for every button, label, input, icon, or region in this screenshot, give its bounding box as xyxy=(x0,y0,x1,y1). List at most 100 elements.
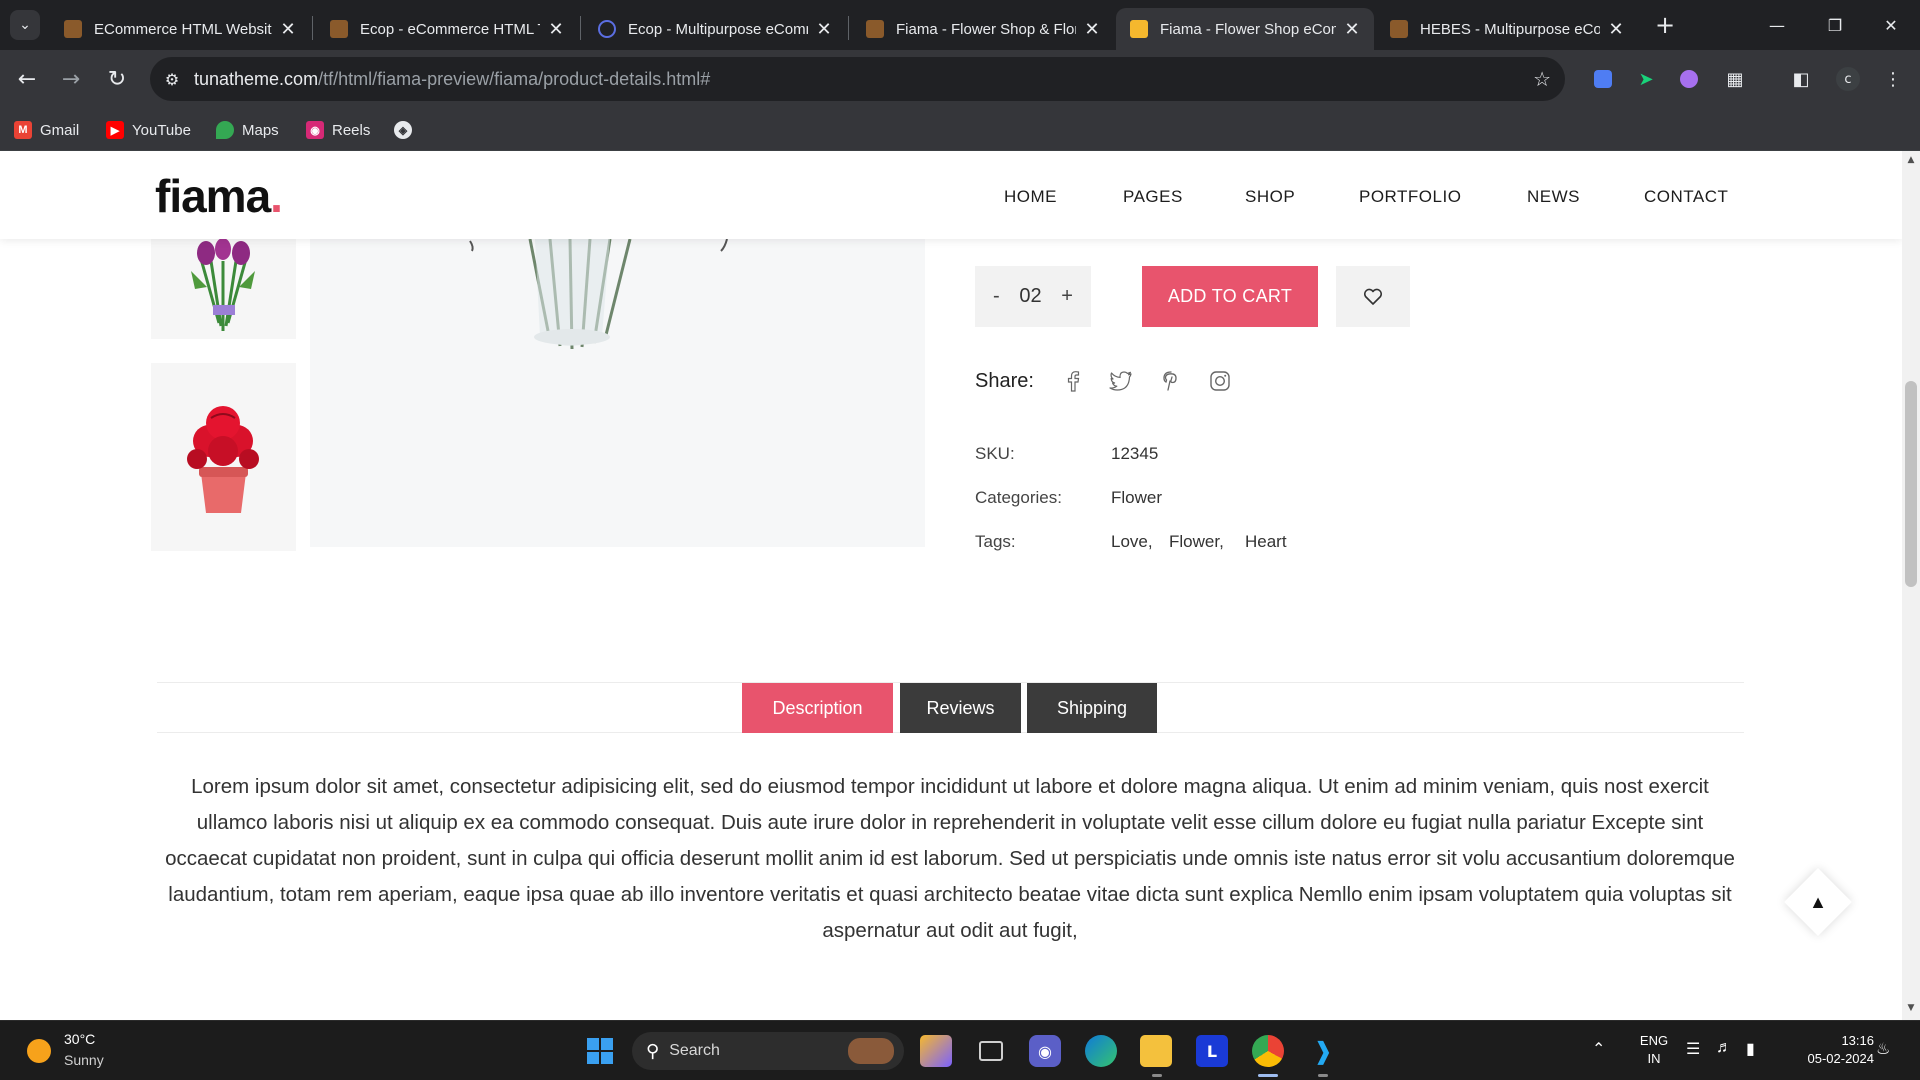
facebook-share-link[interactable] xyxy=(1060,368,1086,394)
scroll-up-arrow-icon[interactable]: ▲ xyxy=(1902,155,1920,165)
category-link[interactable]: Flower xyxy=(1111,488,1162,508)
close-icon[interactable]: ✕ xyxy=(1606,19,1626,40)
red-rose-pot-image xyxy=(187,406,259,513)
bookmark-youtube[interactable]: ▶ YouTube xyxy=(106,118,191,142)
nav-pages[interactable]: PAGES xyxy=(1123,187,1183,207)
windows-logo-icon xyxy=(587,1038,613,1064)
extension-icon[interactable] xyxy=(1676,66,1702,92)
wishlist-button[interactable] xyxy=(1336,266,1410,327)
clock[interactable]: 13:16 05-02-2024 xyxy=(1784,1033,1875,1066)
nav-home[interactable]: HOME xyxy=(1004,187,1057,207)
bookmark-reels[interactable]: ◉ Reels xyxy=(306,118,370,142)
chevron-up-icon[interactable]: ⌃ xyxy=(1592,1039,1605,1059)
browser-tab[interactable]: Ecop - Multipurpose eCommerce ✕ xyxy=(584,8,846,50)
browser-tab[interactable]: HEBES - Multipurpose eCommerce ✕ xyxy=(1376,8,1638,50)
tab-title: Ecop - eCommerce HTML Template xyxy=(360,20,540,38)
forward-button[interactable]: → xyxy=(54,62,88,96)
product-thumbnail[interactable] xyxy=(151,231,296,339)
extension-icon[interactable] xyxy=(1590,66,1616,92)
twitter-share-link[interactable] xyxy=(1108,368,1134,394)
extensions-button[interactable]: ▦ xyxy=(1722,66,1748,92)
close-icon[interactable]: ✕ xyxy=(1082,19,1102,40)
scroll-down-arrow-icon[interactable]: ▼ xyxy=(1902,1003,1920,1013)
vscode-app-icon[interactable]: ❱ xyxy=(1307,1035,1339,1067)
weather-condition[interactable]: Sunny xyxy=(64,1052,104,1068)
address-bar[interactable]: ⚙ tunatheme.com/tf/html/fiama-preview/fi… xyxy=(150,57,1565,101)
tag-link[interactable]: Flower, xyxy=(1169,532,1224,552)
browser-tab[interactable]: Fiama - Flower Shop & Florist ✕ xyxy=(852,8,1114,50)
side-panel-button[interactable]: ◧ xyxy=(1788,66,1814,92)
tab-favicon-icon xyxy=(1390,20,1408,38)
reload-button[interactable]: ↻ xyxy=(100,62,134,96)
restore-button[interactable]: ❐ xyxy=(1806,0,1864,50)
tab-reviews[interactable]: Reviews xyxy=(900,683,1021,733)
scrollbar-thumb[interactable] xyxy=(1905,381,1917,587)
close-window-button[interactable]: ✕ xyxy=(1862,0,1920,50)
instagram-share-link[interactable] xyxy=(1207,368,1233,394)
page-scrollbar[interactable]: ▲ ▼ xyxy=(1902,151,1920,1020)
tab-description[interactable]: Description xyxy=(742,683,893,733)
bookmark-maps[interactable]: Maps xyxy=(216,118,279,142)
quantity-increment-button[interactable]: + xyxy=(1061,285,1073,308)
nav-portfolio[interactable]: PORTFOLIO xyxy=(1359,187,1461,207)
battery-icon[interactable]: ▮ xyxy=(1746,1039,1755,1059)
site-info-icon[interactable]: ⚙ xyxy=(150,70,194,89)
edge-browser-icon[interactable] xyxy=(1085,1035,1117,1067)
quantity-stepper[interactable]: - 02 + xyxy=(975,266,1091,327)
language-indicator[interactable]: ENG IN xyxy=(1634,1033,1674,1066)
tab-title: Fiama - Flower Shop eCommerce xyxy=(1160,20,1336,38)
profile-avatar[interactable]: c xyxy=(1836,67,1860,91)
menu-button[interactable]: ⋮ xyxy=(1880,66,1906,92)
new-tab-button[interactable]: + xyxy=(1650,10,1680,40)
teams-app-icon[interactable]: ◉ xyxy=(1029,1035,1061,1067)
bookmark-star-icon[interactable]: ☆ xyxy=(1533,67,1551,91)
tag-link[interactable]: Heart xyxy=(1245,532,1287,552)
notification-bell-icon[interactable]: ♨ xyxy=(1876,1039,1890,1059)
task-view-icon[interactable] xyxy=(975,1035,1007,1067)
quantity-value[interactable]: 02 xyxy=(1019,285,1041,308)
nav-news[interactable]: NEWS xyxy=(1527,187,1580,207)
tag-link[interactable]: Love, xyxy=(1111,532,1153,552)
chevron-up-icon[interactable]: ▲ xyxy=(1806,887,1830,917)
browser-tab-active[interactable]: Fiama - Flower Shop eCommerce ✕ xyxy=(1116,8,1374,50)
nav-contact[interactable]: CONTACT xyxy=(1644,187,1728,207)
tags-label: Tags: xyxy=(975,532,1016,551)
weather-temperature[interactable]: 30°C xyxy=(64,1031,95,1047)
sun-icon[interactable] xyxy=(27,1039,51,1063)
close-icon[interactable]: ✕ xyxy=(1342,19,1362,40)
site-logo[interactable]: fiama. xyxy=(155,169,283,223)
tab-title: Fiama - Flower Shop & Florist xyxy=(896,20,1076,38)
product-thumbnail[interactable] xyxy=(151,363,296,551)
bookmark-gmail[interactable]: M Gmail xyxy=(14,118,79,142)
tab-search-button[interactable]: ⌄ xyxy=(10,10,40,40)
taskbar-search[interactable]: ⚲ Search xyxy=(632,1032,904,1070)
sku-value: 12345 xyxy=(1111,444,1159,463)
chrome-browser-icon[interactable] xyxy=(1252,1035,1284,1067)
launcher-app-icon[interactable]: L xyxy=(1196,1035,1228,1067)
browser-tab[interactable]: Ecop - eCommerce HTML Template ✕ xyxy=(316,8,578,50)
close-icon[interactable]: ✕ xyxy=(546,19,566,40)
browser-tab[interactable]: ECommerce HTML Website ✕ xyxy=(50,8,310,50)
extension-icon[interactable]: ➤ xyxy=(1633,66,1659,92)
minimize-button[interactable]: — xyxy=(1748,0,1806,50)
maps-icon xyxy=(216,121,234,139)
browser-toolbar: ← → ↻ ⚙ tunatheme.com/tf/html/fiama-prev… xyxy=(0,50,1920,108)
bookmark-globe[interactable]: ◈ xyxy=(394,118,420,142)
tab-shipping[interactable]: Shipping xyxy=(1027,683,1157,733)
file-explorer-icon[interactable] xyxy=(1140,1035,1172,1067)
close-icon[interactable]: ✕ xyxy=(814,19,834,40)
tab-favicon-icon xyxy=(64,20,82,38)
url-host: tunatheme.com xyxy=(194,68,319,89)
add-to-cart-button[interactable]: ADD TO CART xyxy=(1142,266,1318,327)
url-path: /tf/html/fiama-preview/fiama/product-det… xyxy=(318,68,711,89)
nav-shop[interactable]: SHOP xyxy=(1245,187,1295,207)
close-icon[interactable]: ✕ xyxy=(278,19,298,40)
wifi-icon[interactable]: ☰ xyxy=(1686,1039,1700,1059)
start-button[interactable] xyxy=(584,1035,616,1067)
back-button[interactable]: ← xyxy=(10,62,44,96)
volume-icon[interactable]: ♬ xyxy=(1716,1039,1732,1057)
pinterest-share-link[interactable] xyxy=(1158,368,1184,394)
quantity-decrement-button[interactable]: - xyxy=(993,285,1000,308)
copilot-app-icon[interactable] xyxy=(920,1035,952,1067)
url-text[interactable]: tunatheme.com/tf/html/fiama-preview/fiam… xyxy=(194,69,710,90)
